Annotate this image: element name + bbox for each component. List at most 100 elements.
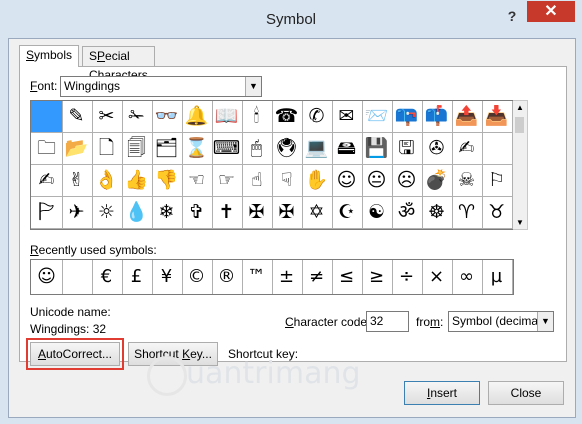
symbol-cell[interactable]: ✎ xyxy=(61,101,93,133)
recent-symbol-cell[interactable]: ≥ xyxy=(361,260,393,294)
symbol-cell[interactable]: ✈ xyxy=(61,197,93,229)
symbol-cell[interactable]: ♈ xyxy=(451,197,483,229)
recent-symbol-cell[interactable]: ∞ xyxy=(451,260,483,294)
symbol-cell[interactable]: 💧 xyxy=(121,197,153,229)
symbol-cell[interactable]: 🖲 xyxy=(271,133,303,165)
close-button[interactable]: Close xyxy=(488,381,564,405)
symbol-cell[interactable]: ☠ xyxy=(451,165,483,197)
symbol-cell[interactable]: ✇ xyxy=(421,133,453,165)
symbol-cell[interactable]: 📫 xyxy=(421,101,453,133)
symbol-cell[interactable]: 👓 xyxy=(151,101,183,133)
symbol-cell[interactable]: ✍ xyxy=(451,133,483,165)
symbol-cell[interactable]: ✝ xyxy=(211,197,243,229)
recent-symbol-cell[interactable]: ☺ xyxy=(31,260,63,294)
close-window-button[interactable]: ✕ xyxy=(527,1,575,22)
from-dropdown[interactable]: Symbol (decimal) ▼ xyxy=(448,311,554,332)
recent-symbol-cell[interactable]: ÷ xyxy=(391,260,423,294)
symbol-cell[interactable]: ☹ xyxy=(391,165,423,197)
symbol-cell[interactable]: 🕯 xyxy=(241,101,273,133)
symbol-cell[interactable]: ☯ xyxy=(361,197,393,229)
recent-symbol-cell[interactable]: © xyxy=(181,260,213,294)
symbol-cell[interactable]: 💣 xyxy=(421,165,453,197)
recent-symbol-cell[interactable]: ± xyxy=(271,260,303,294)
symbol-cell[interactable]: ✠ xyxy=(271,197,303,229)
recent-symbol-cell[interactable]: € xyxy=(91,260,123,294)
symbol-cell[interactable]: ❄ xyxy=(151,197,183,229)
symbol-cell[interactable]: ⌨ xyxy=(211,133,243,165)
recent-symbol-cell[interactable] xyxy=(61,260,93,294)
symbol-cell[interactable]: 👍 xyxy=(121,165,153,197)
symbol-cell[interactable]: ✠ xyxy=(241,197,273,229)
symbol-cell[interactable] xyxy=(31,101,63,133)
symbol-cell[interactable]: ॐ xyxy=(391,197,423,229)
font-dropdown-value: Wingdings xyxy=(64,79,121,93)
symbol-cell[interactable]: ✡ xyxy=(301,197,333,229)
symbol-cell[interactable]: 😐 xyxy=(361,165,393,197)
chevron-down-icon[interactable]: ▼ xyxy=(537,312,553,331)
chevron-down-icon[interactable]: ▼ xyxy=(245,77,261,96)
tab-symbols[interactable]: Symbols xyxy=(19,45,80,67)
insert-button[interactable]: Insert xyxy=(404,381,480,405)
symbol-cell[interactable]: ✁ xyxy=(121,101,153,133)
symbol-cell[interactable]: ✋ xyxy=(301,165,333,197)
recently-used-symbols[interactable]: ☺ € £ ¥ © ® ™ ± ≠ ≤ ≥ ÷ × ∞ µ xyxy=(30,259,514,295)
recent-symbol-cell[interactable]: ® xyxy=(211,260,243,294)
symbol-cell[interactable]: ☞ xyxy=(211,165,243,197)
symbol-cell[interactable]: 👌 xyxy=(91,165,123,197)
symbol-cell[interactable]: 💻 xyxy=(301,133,333,165)
recent-symbol-cell[interactable]: ≠ xyxy=(301,260,333,294)
symbol-cell[interactable]: ✌ xyxy=(61,165,93,197)
symbol-cell[interactable]: 📪 xyxy=(391,101,423,133)
symbol-cell[interactable]: ☝ xyxy=(241,165,273,197)
symbol-cell[interactable]: ☪ xyxy=(331,197,363,229)
symbol-cell[interactable] xyxy=(481,133,513,165)
symbol-grid[interactable]: ✎ ✂ ✁ 👓 🔔 📖 🕯 ☎ ✆ ✉ 📨 📪 📫 📤 📥 🗀 📂 🗋 🗐 🗂 ⌛ ⌨ 🖱 🖲 💻 🖴 💾 🖫 ✇ ✍ ✍ ✌ 👌 👍 👎 ☜ ☞ ☝ ☟ ✋… xyxy=(30,100,514,230)
recent-symbol-cell[interactable]: ™ xyxy=(241,260,273,294)
symbol-cell[interactable]: 🗐 xyxy=(121,133,153,165)
symbol-cell[interactable]: 🏱 xyxy=(31,197,63,229)
symbol-cell[interactable]: 🖫 xyxy=(391,133,423,165)
symbol-cell[interactable]: 🗂 xyxy=(151,133,183,165)
symbol-cell[interactable]: 📨 xyxy=(361,101,393,133)
symbol-cell[interactable]: ☼ xyxy=(91,197,123,229)
autocorrect-button[interactable]: AutoCorrect... xyxy=(26,338,124,370)
symbol-cell[interactable]: 📖 xyxy=(211,101,243,133)
symbol-cell[interactable]: ☟ xyxy=(271,165,303,197)
symbol-cell[interactable]: ⚐ xyxy=(481,165,513,197)
symbol-cell[interactable]: ♉ xyxy=(481,197,513,229)
help-button[interactable]: ? xyxy=(502,6,522,26)
recent-symbol-cell[interactable]: ¥ xyxy=(151,260,183,294)
character-code-input[interactable]: 32 xyxy=(366,311,409,332)
font-dropdown[interactable]: Wingdings ▼ xyxy=(60,76,262,97)
symbol-cell[interactable]: 📤 xyxy=(451,101,483,133)
symbol-cell[interactable]: ✞ xyxy=(181,197,213,229)
recent-symbol-cell[interactable]: µ xyxy=(481,260,513,294)
symbol-cell[interactable]: 📂 xyxy=(61,133,93,165)
symbol-cell[interactable]: ☸ xyxy=(421,197,453,229)
symbol-cell[interactable]: 🖴 xyxy=(331,133,363,165)
symbol-cell[interactable]: 💾 xyxy=(361,133,393,165)
recent-symbol-cell[interactable]: £ xyxy=(121,260,153,294)
symbol-cell[interactable]: ☜ xyxy=(181,165,213,197)
scroll-down-icon[interactable]: ▼ xyxy=(513,218,527,227)
symbol-cell[interactable]: 🗋 xyxy=(91,133,123,165)
symbol-cell[interactable]: ⌛ xyxy=(181,133,213,165)
symbol-cell[interactable]: ✂ xyxy=(91,101,123,133)
symbol-cell[interactable]: ✆ xyxy=(301,101,333,133)
symbol-cell[interactable]: 🔔 xyxy=(181,101,213,133)
symbol-cell[interactable]: 🗀 xyxy=(31,133,63,165)
symbol-grid-scrollbar[interactable]: ▲ ▼ xyxy=(513,100,528,230)
symbol-cell[interactable]: ☎ xyxy=(271,101,303,133)
recent-symbol-cell[interactable]: × xyxy=(421,260,453,294)
symbol-cell[interactable]: 👎 xyxy=(151,165,183,197)
symbol-cell[interactable]: ✉ xyxy=(331,101,363,133)
title-bar: Symbol ? ✕ xyxy=(0,0,582,38)
symbol-cell[interactable]: 📥 xyxy=(481,101,513,133)
scroll-up-icon[interactable]: ▲ xyxy=(513,103,527,112)
symbol-cell[interactable]: 🖱 xyxy=(241,133,273,165)
symbol-cell[interactable]: ✍ xyxy=(31,165,63,197)
scroll-thumb[interactable] xyxy=(515,117,524,133)
tab-special-characters[interactable]: SPecial Characters xyxy=(82,46,155,82)
symbol-cell[interactable]: ☺ xyxy=(331,165,363,197)
recent-symbol-cell[interactable]: ≤ xyxy=(331,260,363,294)
